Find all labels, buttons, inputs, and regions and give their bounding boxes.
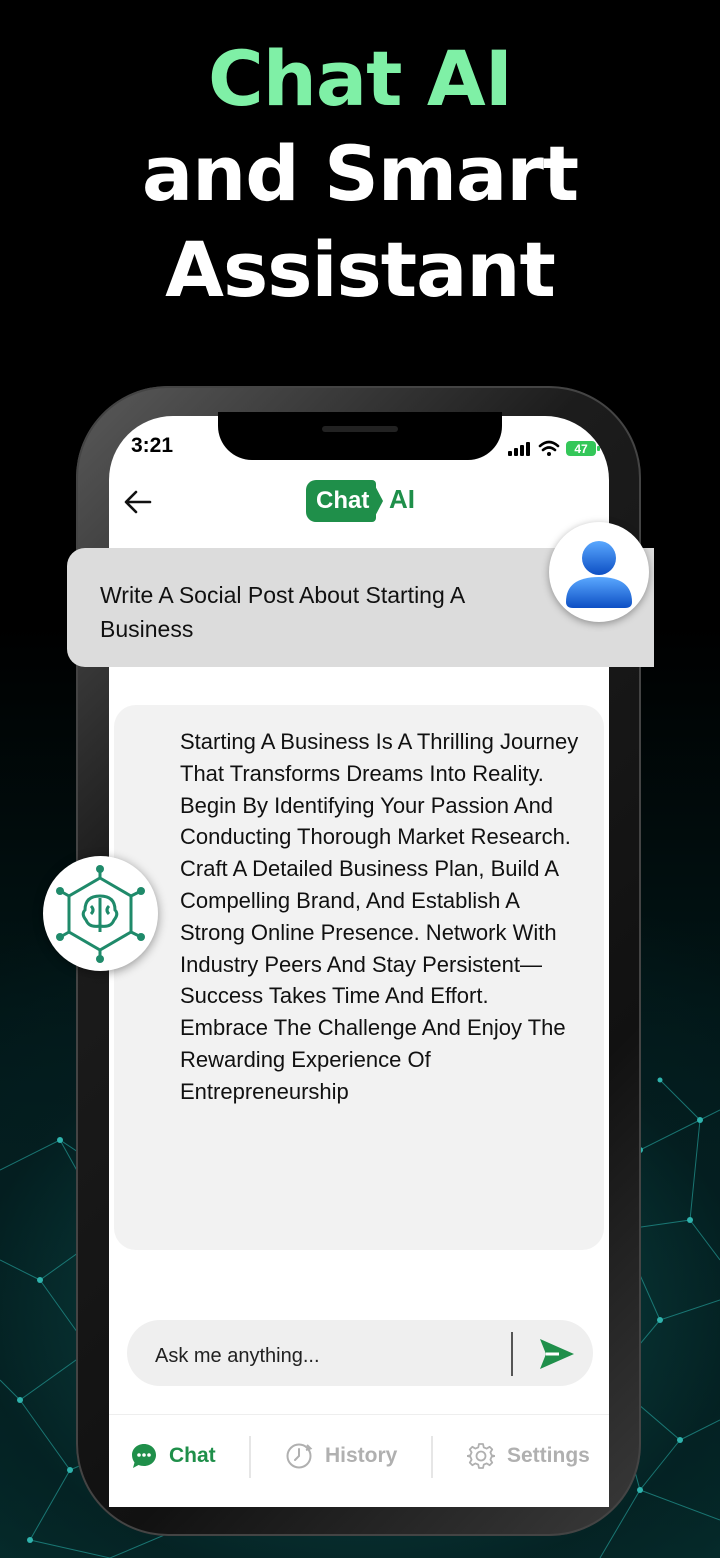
battery-icon: 47	[566, 441, 600, 456]
logo-ai: AI	[389, 484, 415, 514]
send-icon[interactable]	[537, 1336, 577, 1372]
input-divider	[511, 1332, 513, 1376]
history-icon	[286, 1443, 313, 1469]
user-message-text: Write A Social Post About Starting A Bus…	[100, 582, 464, 642]
gear-icon	[467, 1443, 495, 1469]
tab-separator	[249, 1436, 251, 1478]
message-input[interactable]	[155, 1342, 495, 1370]
chat-bubble-icon	[132, 1444, 156, 1468]
user-icon	[566, 541, 632, 608]
status-icons: 47	[508, 440, 600, 456]
tab-separator	[431, 1436, 433, 1478]
logo-arrow	[372, 480, 383, 522]
ai-avatar	[43, 856, 158, 971]
logo-chat: Chat	[306, 480, 376, 522]
wifi-icon	[538, 440, 560, 452]
phone-notch	[218, 412, 502, 460]
phone-speaker	[322, 426, 398, 432]
back-arrow-icon[interactable]	[122, 486, 154, 518]
headline-line-3: Assistant	[165, 225, 556, 314]
status-time: 3:21	[131, 434, 174, 457]
svg-text:47: 47	[574, 442, 588, 456]
ai-brain-icon	[56, 865, 145, 963]
headline-line-2: and Smart	[141, 129, 579, 218]
tab-settings[interactable]: Settings	[507, 1444, 590, 1468]
ai-message-text: Starting A Business Is A Thrilling Journ…	[180, 729, 579, 1104]
headline-line-1: Chat AI	[207, 34, 513, 123]
tab-history[interactable]: History	[325, 1444, 397, 1468]
signal-icon	[508, 442, 530, 456]
user-avatar	[549, 522, 649, 622]
tab-chat[interactable]: Chat	[169, 1444, 216, 1468]
